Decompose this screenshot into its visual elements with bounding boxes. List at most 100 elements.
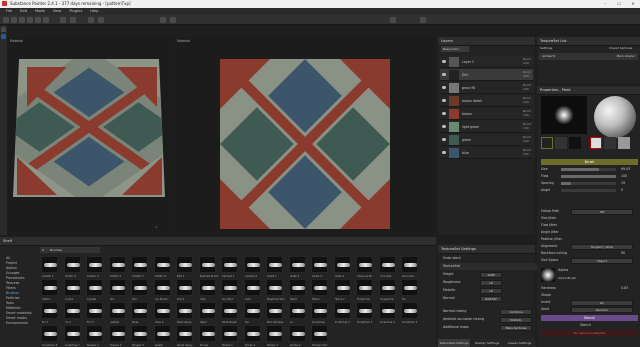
eye-icon[interactable] bbox=[442, 138, 446, 141]
layer-row[interactable]: blue Norm 100 bbox=[440, 147, 533, 159]
brush-thumbnail[interactable]: Dirt bbox=[108, 279, 126, 301]
shelf-category[interactable]: Grunges bbox=[6, 271, 19, 275]
roughness-swatch[interactable] bbox=[618, 137, 630, 149]
eraser-tool-icon[interactable] bbox=[11, 17, 17, 23]
brush-thumbnail[interactable]: Scratches 6 bbox=[41, 325, 58, 347]
brush-section-header[interactable]: Brush bbox=[541, 159, 638, 165]
brush-thumbnail[interactable]: Shapes 3 bbox=[131, 325, 148, 347]
brush-thumbnail[interactable]: Footprints bbox=[356, 279, 373, 301]
tab-textureset-settings[interactable]: TextureSet Settings bbox=[438, 339, 470, 347]
brush-slot[interactable] bbox=[541, 137, 553, 149]
tab-display-settings[interactable]: Display Settings bbox=[471, 339, 503, 347]
display-mode-icon[interactable] bbox=[170, 17, 176, 23]
channel-format-select[interactable]: L8 bbox=[480, 288, 502, 294]
brush-thumbnail[interactable]: Chalk 2 bbox=[288, 256, 306, 278]
shelf-category[interactable]: Environments bbox=[6, 321, 28, 325]
brush-thumbnail[interactable]: Dry Brush bbox=[153, 279, 171, 301]
layer-opacity[interactable]: Norm 100 bbox=[523, 83, 533, 91]
brush-thumbnail[interactable]: Scratches 2 bbox=[333, 302, 351, 324]
eye-icon[interactable] bbox=[442, 73, 446, 76]
brush-thumbnail[interactable]: Shapes 2 bbox=[108, 325, 126, 347]
flow-value[interactable]: 100 bbox=[621, 173, 627, 180]
brush-thumbnail[interactable]: Spots Spray bbox=[176, 325, 193, 347]
alpha-slot[interactable] bbox=[555, 137, 567, 149]
render-icon[interactable] bbox=[390, 17, 396, 23]
undo-stack-row[interactable]: Undo stack bbox=[440, 255, 537, 262]
brush-thumbnail[interactable]: Scratches bbox=[311, 302, 328, 324]
brush-thumbnail[interactable]: Paint Brush bbox=[221, 302, 238, 324]
brush-thumbnail[interactable]: Fabric bbox=[288, 279, 306, 301]
brush-thumbnail[interactable]: Artistic 2 bbox=[63, 256, 81, 278]
menu-file[interactable]: File bbox=[6, 8, 12, 15]
shelf-category[interactable]: Materials bbox=[6, 306, 21, 310]
brush-thumbnail[interactable]: Chalk 4 bbox=[333, 256, 351, 278]
brush-thumbnail[interactable]: Stroke 2 bbox=[243, 325, 261, 347]
brush-thumbnail[interactable]: Stroke 4 bbox=[288, 325, 306, 347]
brush-thumbnail[interactable]: Artistic 4 bbox=[108, 256, 126, 278]
size-value[interactable]: 69.03 bbox=[621, 166, 630, 173]
brush-thumbnail[interactable]: Fingerprint bbox=[378, 279, 396, 301]
size-slider[interactable] bbox=[561, 168, 616, 171]
brush-thumbnail[interactable]: Bird 1 bbox=[176, 256, 193, 278]
eye-icon[interactable] bbox=[442, 60, 446, 63]
eye-icon[interactable] bbox=[442, 151, 446, 154]
shelf-category[interactable]: Filters bbox=[6, 286, 16, 290]
stencil-section-header[interactable]: Stencil bbox=[541, 315, 638, 321]
brush-thumbnail[interactable]: Paper bbox=[198, 302, 216, 324]
normal-mixing-select[interactable]: Combine bbox=[500, 309, 532, 315]
smudge-tool-icon[interactable] bbox=[27, 17, 33, 23]
shelf-category[interactable]: Alphas bbox=[6, 266, 17, 270]
layer-opacity[interactable]: Norm 100 bbox=[523, 57, 533, 65]
brush-thumbnail[interactable]: Fibers 2 bbox=[333, 279, 351, 301]
size-jitter-row[interactable]: Size Jitter bbox=[541, 215, 638, 222]
eye-icon[interactable] bbox=[442, 86, 446, 89]
channel-format-select[interactable]: RGB16F bbox=[480, 296, 502, 302]
bake-textures-button[interactable]: Bake textures bbox=[500, 325, 532, 331]
viewport-3d[interactable]: Material ⊥ bbox=[7, 37, 173, 235]
menu-view[interactable]: View bbox=[53, 8, 62, 15]
textureset-section-row[interactable]: TextureSet bbox=[440, 263, 537, 270]
paint-tool-icon[interactable] bbox=[3, 17, 9, 23]
brush-thumbnail[interactable]: Fur 3 bbox=[86, 302, 103, 324]
tab-viewer-settings[interactable]: Viewer Settings bbox=[504, 339, 535, 347]
brush-thumbnail[interactable]: Moss bbox=[131, 302, 148, 324]
layer-row[interactable]: light green Norm 100 bbox=[440, 121, 533, 133]
menu-help[interactable]: Help bbox=[90, 8, 98, 15]
brush-thumbnail[interactable]: Artistic 5 bbox=[131, 256, 148, 278]
lazy-mouse-icon[interactable] bbox=[70, 17, 76, 23]
export-icon[interactable] bbox=[420, 17, 426, 23]
import-textures-button[interactable]: Import textures bbox=[609, 46, 632, 50]
backface-value[interactable]: 90 bbox=[621, 250, 625, 257]
shelf-category[interactable]: Procedurals bbox=[6, 276, 25, 280]
camera-icon[interactable] bbox=[160, 17, 166, 23]
eye-icon[interactable] bbox=[442, 99, 446, 102]
position-jitter-row[interactable]: Position Jitter bbox=[541, 236, 638, 243]
layer-opacity[interactable]: Norm 100 bbox=[523, 122, 533, 130]
flow-jitter-row[interactable]: Flow Jitter bbox=[541, 222, 638, 229]
menu-plugins[interactable]: Plugins bbox=[69, 8, 82, 15]
layer-row[interactable]: Dirt Norm 100 bbox=[440, 69, 533, 81]
layer-row[interactable]: Layer 1 Norm 100 bbox=[440, 56, 533, 68]
close-button[interactable]: ✕ bbox=[626, 0, 640, 8]
brush-thumbnail[interactable]: Stroke 1 bbox=[221, 325, 238, 347]
shelf-category[interactable]: Project bbox=[6, 261, 17, 265]
angle-value[interactable]: 0 bbox=[621, 187, 623, 194]
brush-thumbnail[interactable]: Splash bbox=[153, 325, 171, 347]
minimize-button[interactable]: – bbox=[598, 0, 612, 8]
brush-thumbnail[interactable]: Leather bbox=[108, 302, 126, 324]
stencil-empty-notice[interactable]: No resource selected bbox=[541, 330, 638, 336]
brush-thumbnail[interactable]: Fur 1 bbox=[41, 302, 58, 324]
layer-row[interactable]: green Norm 100 bbox=[440, 134, 533, 146]
layer-opacity[interactable]: Norm 100 bbox=[523, 135, 533, 143]
brush-thumbnail[interactable]: Basmati Brush bbox=[198, 256, 218, 278]
brush-thumbnail[interactable]: Cotton bbox=[41, 279, 58, 301]
shader-select[interactable]: Main shader bbox=[617, 53, 635, 60]
brush-thumbnail[interactable]: Moss 2 bbox=[153, 302, 171, 324]
shelf-category[interactable]: Particles bbox=[6, 296, 19, 300]
brush-thumbnail[interactable]: Elephant Skin bbox=[266, 279, 285, 301]
shelf-category[interactable]: Smart materials bbox=[6, 311, 32, 315]
angle-jitter-row[interactable]: Angle Jitter bbox=[541, 229, 638, 236]
brush-thumbnail[interactable]: Scratches 5 bbox=[401, 302, 418, 324]
brush-thumbnail[interactable]: Dots bbox=[198, 279, 216, 301]
brush-thumbnail[interactable]: Dirt 2 bbox=[176, 279, 193, 301]
